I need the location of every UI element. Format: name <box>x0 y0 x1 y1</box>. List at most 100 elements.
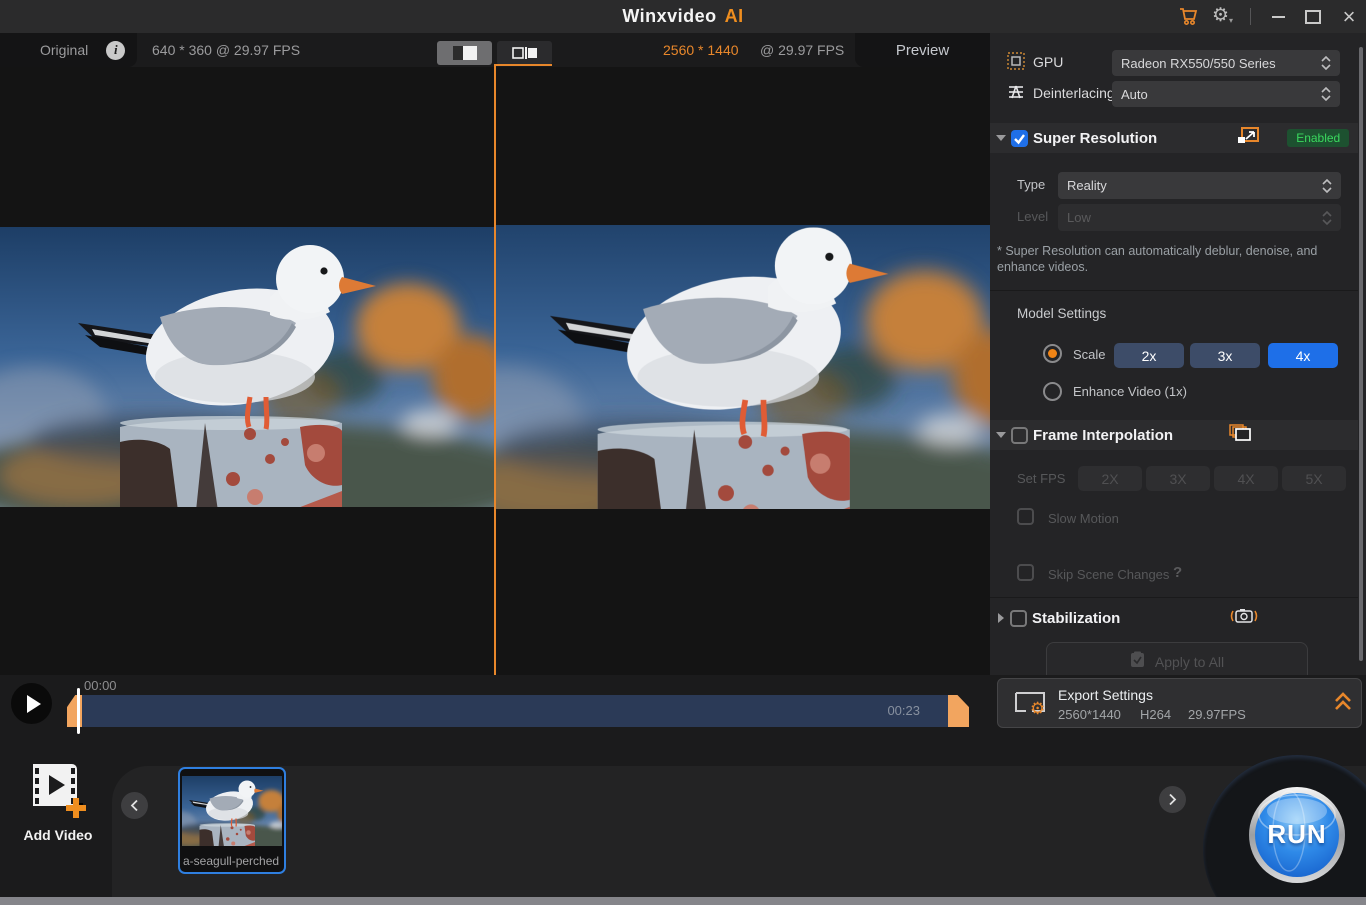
super-resolution-checkbox[interactable] <box>1011 130 1028 147</box>
export-resolution: 2560*1440 <box>1058 707 1121 722</box>
media-bar: Add Video a-seagull-perched RUN <box>0 737 1366 897</box>
dropdown-chevron-icon <box>1322 211 1332 225</box>
stabilization-header: Stabilization <box>990 603 1358 633</box>
minimize-button[interactable] <box>1262 0 1294 33</box>
current-time: 00:00 <box>84 678 117 693</box>
stabilization-checkbox[interactable] <box>1010 610 1027 627</box>
dropdown-chevron-icon <box>1321 87 1331 101</box>
upscale-icon[interactable] <box>1237 127 1259 150</box>
close-button[interactable]: × <box>1332 0 1366 33</box>
export-settings-title: Export Settings <box>1058 687 1153 703</box>
caret-down-icon[interactable] <box>996 135 1006 141</box>
next-button[interactable] <box>1159 786 1186 813</box>
add-video-label: Add Video <box>18 827 98 843</box>
export-settings-panel[interactable]: ⚙ Export Settings 2560*1440 H264 29.97FP… <box>997 678 1362 728</box>
maximize-button[interactable] <box>1296 0 1330 33</box>
thumbnail-image <box>182 776 282 846</box>
caret-right-icon[interactable] <box>998 613 1004 623</box>
side-by-side-toggle[interactable] <box>497 41 552 65</box>
video-thumbnail[interactable]: a-seagull-perched <box>178 767 286 874</box>
help-icon[interactable]: ? <box>1173 564 1182 581</box>
enhance-video-radio[interactable] <box>1043 382 1062 401</box>
type-select[interactable]: Reality <box>1058 172 1341 199</box>
clip-name: a-seagull-perched <box>180 849 286 872</box>
run-button-label: RUN <box>1247 819 1347 850</box>
super-resolution-header: Super Resolution Enabled <box>990 123 1358 153</box>
gpu-label: GPU <box>1033 54 1063 70</box>
slow-motion-label: Slow Motion <box>1048 511 1119 526</box>
fps-option-3x-button[interactable]: 3X <box>1146 466 1210 491</box>
slow-motion-checkbox[interactable] <box>1017 508 1034 525</box>
app-title: Winxvideo AI <box>0 0 1366 33</box>
skip-scene-checkbox[interactable] <box>1017 564 1034 581</box>
fps-option-4x-button[interactable]: 4X <box>1214 466 1278 491</box>
titlebar: Winxvideo AI ⚙▾ × <box>0 0 1366 33</box>
playhead[interactable] <box>77 688 80 734</box>
prev-button[interactable] <box>121 792 148 819</box>
caret-down-icon[interactable] <box>996 432 1006 438</box>
play-button[interactable] <box>11 683 52 724</box>
original-video-pane <box>0 67 494 675</box>
app-title-accent: AI <box>725 6 744 27</box>
cart-icon[interactable] <box>1178 6 1200 31</box>
output-resolution: 2560 * 1440 <box>663 42 739 58</box>
dropdown-chevron-icon <box>1321 56 1331 70</box>
camera-shake-icon[interactable] <box>1230 607 1258 630</box>
preview-tab: Preview <box>855 33 990 67</box>
export-fps: 29.97FPS <box>1188 707 1246 722</box>
side-by-side-icon <box>512 46 538 60</box>
split-view-toggle[interactable] <box>437 41 492 65</box>
trim-handle-right[interactable] <box>948 695 969 727</box>
scrollbar-thumb[interactable] <box>1359 47 1363 661</box>
deinterlacing-select[interactable]: Auto <box>1112 81 1340 107</box>
gear-icon: ⚙ <box>1030 699 1045 719</box>
level-select[interactable]: Low <box>1058 204 1341 231</box>
enabled-badge: Enabled <box>1287 129 1349 147</box>
app-window: Winxvideo AI ⚙▾ × Original i 640 * 360 @… <box>0 0 1366 905</box>
monitor-gear-icon: ⚙ <box>1012 689 1048 724</box>
frame-interpolation-header: Frame Interpolation <box>990 420 1358 450</box>
super-resolution-title: Super Resolution <box>1033 130 1157 147</box>
scale-radio[interactable] <box>1043 344 1062 363</box>
set-fps-label: Set FPS <box>1017 471 1065 486</box>
collapse-chevrons-icon[interactable] <box>1334 692 1352 717</box>
player-bar: 00:00 00:23 <box>0 675 990 737</box>
gpu-select[interactable]: Radeon RX550/550 Series <box>1112 50 1340 76</box>
scale-option-2x-button[interactable]: 2x <box>1114 343 1184 368</box>
apply-to-all-button[interactable]: Apply to All <box>1046 642 1308 675</box>
fps-option-5x-button[interactable]: 5X <box>1282 466 1346 491</box>
clipboard-icon <box>1130 651 1145 673</box>
end-time: 00:23 <box>887 703 920 718</box>
add-video-button[interactable]: Add Video <box>18 762 98 857</box>
skip-scene-label: Skip Scene Changes <box>1048 567 1169 582</box>
titlebar-separator <box>1250 8 1251 25</box>
media-strip <box>112 766 1366 897</box>
settings-gear-icon[interactable]: ⚙▾ <box>1212 4 1233 27</box>
frames-icon[interactable] <box>1229 424 1251 447</box>
super-resolution-note: * Super Resolution can automatically deb… <box>997 243 1351 275</box>
fps-option-2x-button[interactable]: 2X <box>1078 466 1142 491</box>
scale-label: Scale <box>1073 347 1106 362</box>
preview-video-pane <box>496 67 990 675</box>
type-label: Type <box>1017 177 1045 192</box>
output-fps: @ 29.97 FPS <box>760 42 844 58</box>
settings-panel: GPU Radeon RX550/550 Series Deinterlacin… <box>990 33 1366 675</box>
scale-option-3x-button[interactable]: 3x <box>1190 343 1260 368</box>
compare-divider[interactable] <box>494 65 496 675</box>
split-view-icon <box>453 46 477 60</box>
original-tab-label: Original <box>40 42 88 58</box>
frame-interpolation-checkbox[interactable] <box>1011 427 1028 444</box>
preview-tab-label: Preview <box>896 42 949 59</box>
dropdown-chevron-icon <box>1322 179 1332 193</box>
divider <box>990 290 1358 291</box>
gear-dropdown-caret-icon: ▾ <box>1229 16 1233 25</box>
gpu-chip-icon <box>1007 52 1025 75</box>
run-button[interactable]: RUN <box>1247 785 1347 885</box>
export-codec: H264 <box>1140 707 1171 722</box>
timeline-track[interactable]: 00:23 <box>82 695 948 727</box>
scale-option-4x-button[interactable]: 4x <box>1268 343 1338 368</box>
frame-interpolation-title: Frame Interpolation <box>1033 427 1173 444</box>
info-icon[interactable]: i <box>106 41 125 60</box>
source-info: 640 * 360 @ 29.97 FPS <box>152 42 300 58</box>
status-strip <box>0 897 1366 905</box>
